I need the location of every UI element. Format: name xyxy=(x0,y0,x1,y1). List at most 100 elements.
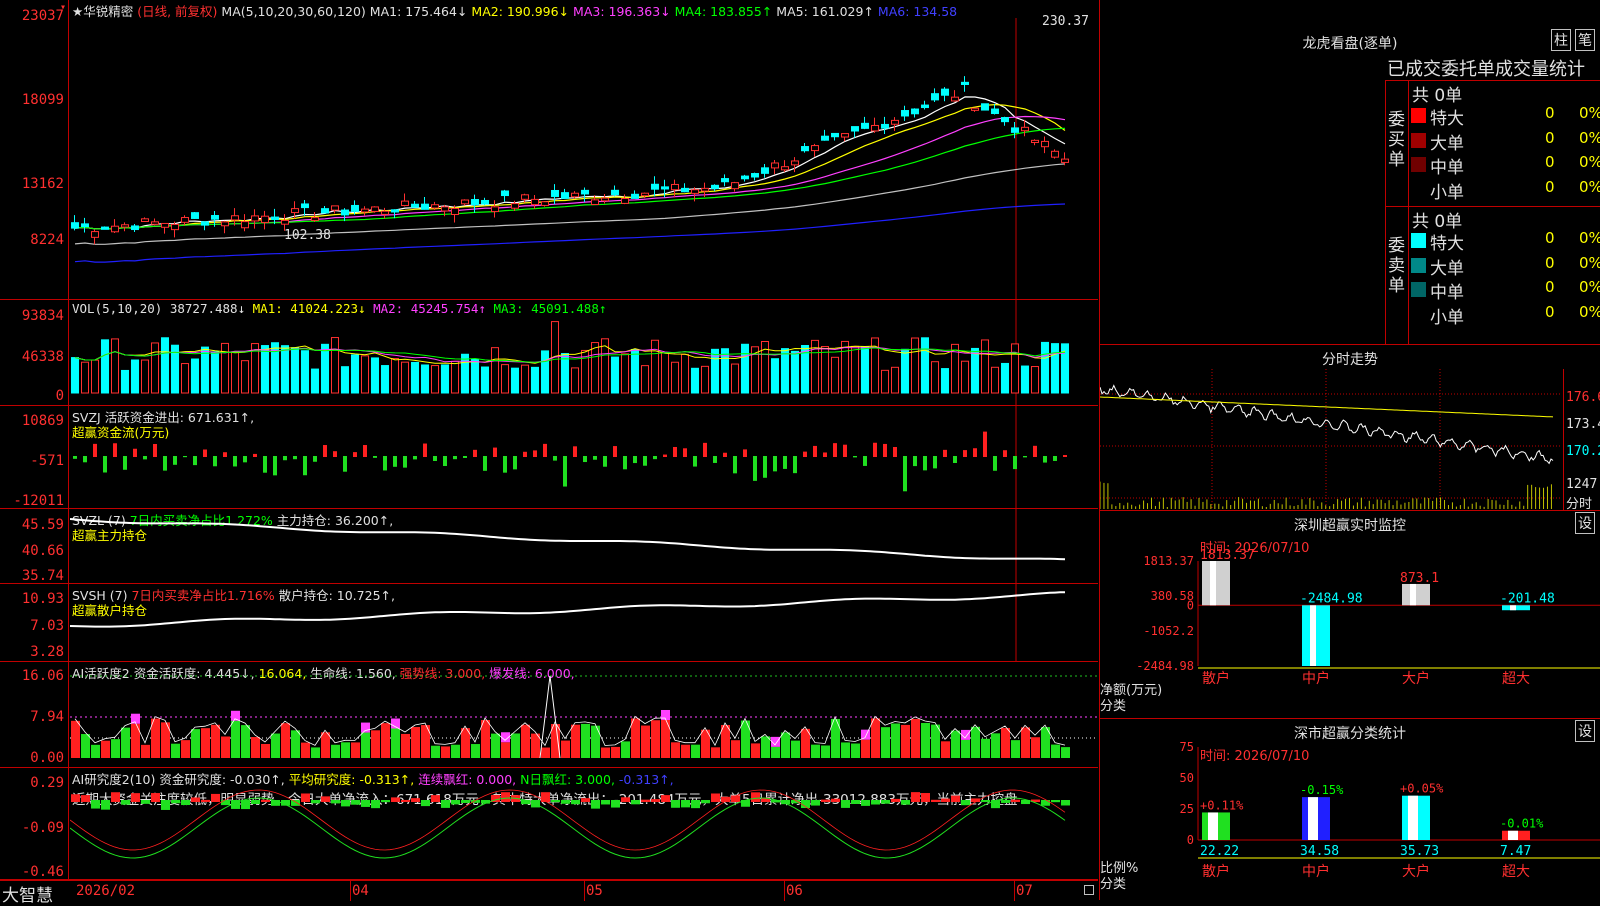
research-bar xyxy=(461,800,470,803)
volume-chart[interactable] xyxy=(70,300,1098,405)
volume-bar xyxy=(241,360,249,394)
activity-bar xyxy=(731,740,740,758)
activity-bar xyxy=(411,726,420,758)
value-label: 34.58 xyxy=(1300,844,1339,859)
flow-bar xyxy=(303,456,307,476)
candle xyxy=(151,221,159,225)
activity-peak xyxy=(861,729,870,740)
research-bar xyxy=(1001,800,1010,803)
candle xyxy=(91,231,99,238)
volume-bar xyxy=(221,342,229,394)
svsh-panel[interactable]: 10.93 7.03 3.28 SVSH (7) 7日内买卖净占比1.716% … xyxy=(0,584,1098,662)
order-count: 0 xyxy=(1545,253,1555,272)
candle xyxy=(801,146,809,152)
activity-chart[interactable] xyxy=(70,662,1098,767)
intraday-panel[interactable]: 分时走势 176.6 173.4 170.2 1247 分时 xyxy=(1099,345,1600,512)
activity-bar xyxy=(1061,747,1070,758)
order-type: 中单 xyxy=(1430,158,1464,178)
research-bar xyxy=(1051,800,1060,803)
research-bar xyxy=(391,797,400,802)
volume-bar xyxy=(201,346,209,394)
column-view-button[interactable]: 柱 xyxy=(1551,29,1571,51)
research-bar xyxy=(981,800,990,803)
y-tick: 75 xyxy=(1180,740,1194,754)
main-holding-chart[interactable] xyxy=(70,509,1098,583)
activity-bar xyxy=(91,744,100,758)
flow-bar xyxy=(943,449,947,457)
monitor-panel[interactable]: 深圳超赢实时监控 设 时间: 2026/07/10 1813.37 380.58 0… xyxy=(1099,511,1600,719)
flow-bar xyxy=(153,443,157,457)
kline-panel[interactable]: 23037 18099 13162 8224 ▾ ★华锐精密 (日线, 前复权)… xyxy=(0,0,1098,300)
flow-bar xyxy=(573,446,577,457)
y-tick: 23037 xyxy=(21,8,64,24)
research-bar xyxy=(901,800,910,805)
fund-flow-chart[interactable] xyxy=(70,406,1098,508)
ai-activity-panel[interactable]: 16.06 7.94 0.00 AI活跃度2 资金活跃度: 4.445↓, 16… xyxy=(0,662,1098,768)
candle xyxy=(291,208,299,214)
svzl-panel[interactable]: 45.59 40.66 35.74 SVZL (7) 7日内买卖净占比1.272… xyxy=(0,509,1098,584)
candle xyxy=(191,212,199,219)
candle xyxy=(951,96,959,102)
activity-bar xyxy=(341,742,350,758)
sell-row: 特大 0 0% xyxy=(1411,229,1600,254)
buy-row: 特大 0 0% xyxy=(1411,104,1600,129)
candle xyxy=(241,221,249,229)
volume-bar xyxy=(261,345,269,394)
date-axis[interactable]: 大智慧 2026/02 04 05 06 07 xyxy=(0,880,1098,906)
retail-holding-chart[interactable] xyxy=(70,584,1098,661)
lhb-panel[interactable]: 龙虎看盘(逐单) 柱 笔 已成交委托单成交量统计 委买单 委卖单 共 0单 共 … xyxy=(1099,0,1600,345)
volume-bar xyxy=(211,351,219,394)
volume-bar xyxy=(281,345,289,394)
activity-bar xyxy=(491,733,500,758)
research-bar xyxy=(101,800,110,810)
activity-bar xyxy=(691,744,700,758)
research-bar xyxy=(861,800,870,806)
ratio-bar-highlight xyxy=(1508,830,1518,840)
y-tick: 0 xyxy=(1187,598,1194,612)
candle xyxy=(301,203,309,209)
buy-row: 中单 0 0% xyxy=(1411,153,1600,178)
activity-bar xyxy=(991,733,1000,758)
volume-bar xyxy=(961,360,969,394)
research-bar xyxy=(1041,800,1050,806)
candle xyxy=(821,135,829,141)
category-label: 超大 xyxy=(1502,671,1530,687)
research-bar xyxy=(711,793,720,802)
ai-research-panel[interactable]: 0.29 -0.09 -0.46 AI研究度2(10) 资金研究度: -0.03… xyxy=(0,768,1098,880)
volume-bar xyxy=(1021,365,1029,394)
ratio-chart[interactable]: 75 50 25 0 +0.11% 22.22 散户 -0.15% 34.58 中户 +0.05% 3… xyxy=(1100,719,1600,900)
research-bar xyxy=(341,800,350,807)
candle xyxy=(141,218,149,222)
activity-bar xyxy=(221,736,230,758)
activity-bar xyxy=(671,742,680,758)
candle xyxy=(671,183,679,191)
candle xyxy=(251,215,259,222)
tick-view-button[interactable]: 笔 xyxy=(1575,29,1595,51)
lock-icon[interactable] xyxy=(1084,885,1094,895)
activity-bar xyxy=(401,733,410,758)
flow-bar xyxy=(1003,450,1007,457)
research-bar xyxy=(891,798,900,802)
flow-bar xyxy=(143,456,147,460)
research-bar xyxy=(181,800,190,806)
volume-bar xyxy=(671,361,679,394)
volume-panel[interactable]: 93834 46338 0 VOL(5,10,20) 38727.488↓ MA… xyxy=(0,300,1098,406)
research-chart[interactable] xyxy=(70,768,1098,879)
activity-bar xyxy=(391,728,400,758)
order-percent: 0% xyxy=(1579,104,1600,122)
svzj-panel[interactable]: 10869 -571 -12011 SVZJ 活跃资金进出: 671.631↑,… xyxy=(0,406,1098,509)
intraday-chart[interactable] xyxy=(1100,369,1562,509)
kline-chart[interactable] xyxy=(70,0,1098,299)
research-bar xyxy=(361,800,370,807)
buy-row: 大单 0 0% xyxy=(1411,129,1600,154)
flow-bar xyxy=(483,456,487,471)
volume-bar xyxy=(371,357,379,394)
flow-bar xyxy=(783,456,787,469)
activity-peak xyxy=(361,722,370,733)
research-line xyxy=(70,797,1066,859)
volume-bar xyxy=(821,346,829,394)
net-amount-chart[interactable]: 1813.37380.580-1052.2-2484.981813.37散户-2… xyxy=(1100,511,1600,719)
classify-panel[interactable]: 深市超赢分类统计 设 时间: 2026/07/10 75 50 25 0 +0.11% 2… xyxy=(1099,719,1600,900)
activity-bar xyxy=(641,725,650,758)
activity-bar xyxy=(681,744,690,758)
